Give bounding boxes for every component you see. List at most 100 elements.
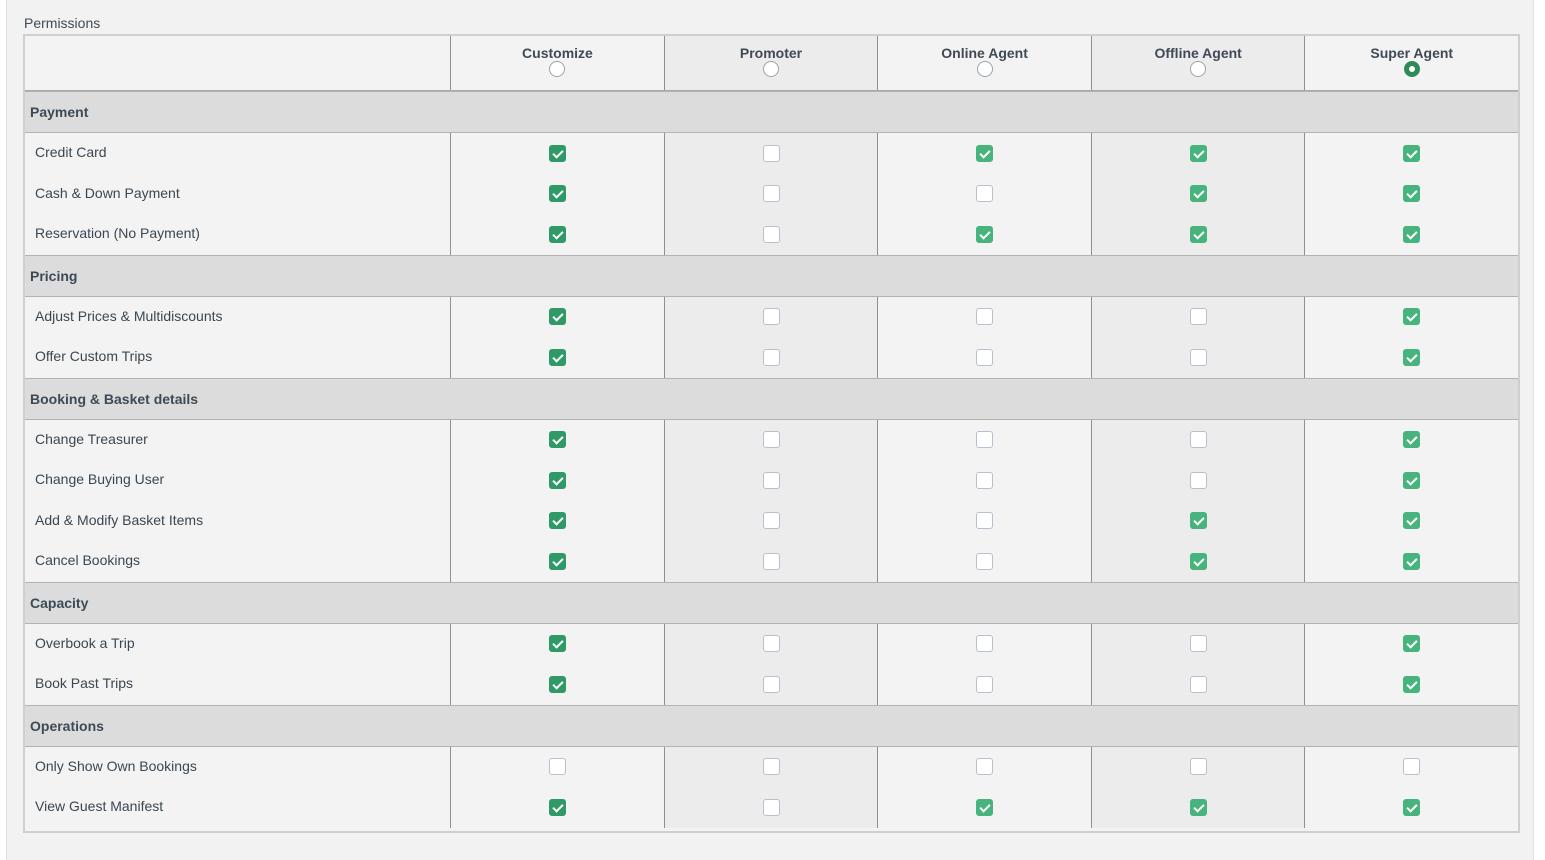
permission-checkbox-customize[interactable] <box>548 512 566 530</box>
role-name: Promoter <box>739 45 803 61</box>
permission-checkbox-offline-agent[interactable] <box>1189 675 1207 693</box>
permission-checkbox-online-agent[interactable] <box>976 225 994 243</box>
permission-cell-online-agent <box>878 460 1092 501</box>
permission-checkbox-promoter[interactable] <box>762 185 780 203</box>
permission-cell-promoter <box>664 541 879 582</box>
permission-cell-online-agent <box>878 337 1092 378</box>
permission-checkbox-customize[interactable] <box>548 185 566 203</box>
permission-checkbox-offline-agent[interactable] <box>1189 798 1207 816</box>
permission-checkbox-promoter[interactable] <box>762 552 780 570</box>
permission-cell-promoter <box>664 133 879 174</box>
permission-checkbox-customize[interactable] <box>548 431 566 449</box>
permission-label-cell: Change Buying User <box>25 460 452 501</box>
permission-cell-promoter <box>664 787 879 828</box>
permission-checkbox-promoter[interactable] <box>762 635 780 653</box>
permission-checkbox-offline-agent[interactable] <box>1189 431 1207 449</box>
permission-cell-customize <box>451 460 665 501</box>
permission-checkbox-customize[interactable] <box>548 471 566 489</box>
role-column-online-agent: Online Agent <box>878 36 1092 90</box>
permission-checkbox-promoter[interactable] <box>762 798 780 816</box>
permission-checkbox-offline-agent[interactable] <box>1189 185 1207 203</box>
permission-checkbox-customize[interactable] <box>548 758 566 776</box>
permission-checkbox-super-agent[interactable] <box>1403 308 1421 326</box>
permission-checkbox-promoter[interactable] <box>762 144 780 162</box>
permission-checkbox-online-agent[interactable] <box>976 635 994 653</box>
permission-checkbox-offline-agent[interactable] <box>1189 635 1207 653</box>
permission-checkbox-super-agent[interactable] <box>1403 471 1421 489</box>
permission-checkbox-customize[interactable] <box>548 635 566 653</box>
permission-checkbox-super-agent[interactable] <box>1403 185 1421 203</box>
section-title: Pricing <box>30 267 78 284</box>
permission-cell-online-agent <box>878 419 1092 460</box>
role-column-offline-agent: Offline Agent <box>1091 36 1306 90</box>
permission-checkbox-super-agent[interactable] <box>1403 225 1421 243</box>
permission-cell-offline-agent <box>1091 173 1306 214</box>
role-radio-customize[interactable] <box>549 61 566 77</box>
permission-checkbox-online-agent[interactable] <box>976 675 994 693</box>
permission-checkbox-promoter[interactable] <box>762 758 780 776</box>
permission-checkbox-promoter[interactable] <box>762 225 780 243</box>
permission-checkbox-customize[interactable] <box>548 552 566 570</box>
permission-checkbox-customize[interactable] <box>548 225 566 243</box>
permission-checkbox-online-agent[interactable] <box>976 144 994 162</box>
permission-checkbox-offline-agent[interactable] <box>1189 308 1207 326</box>
permission-checkbox-super-agent[interactable] <box>1403 675 1421 693</box>
permission-checkbox-promoter[interactable] <box>762 308 780 326</box>
permission-checkbox-customize[interactable] <box>548 308 566 326</box>
permission-row: Credit Card <box>25 133 1518 174</box>
permission-cell-customize <box>451 623 665 664</box>
permission-label-cell: Reservation (No Payment) <box>25 214 452 255</box>
permission-checkbox-customize[interactable] <box>548 144 566 162</box>
permission-cell-online-agent <box>878 623 1092 664</box>
permissions-table: Customize Promoter Online Agent Offline … <box>23 34 1520 833</box>
permission-checkbox-online-agent[interactable] <box>976 758 994 776</box>
permission-checkbox-super-agent[interactable] <box>1403 431 1421 449</box>
permission-checkbox-online-agent[interactable] <box>976 348 994 366</box>
permission-checkbox-online-agent[interactable] <box>976 798 994 816</box>
permission-checkbox-promoter[interactable] <box>762 431 780 449</box>
permission-checkbox-super-agent[interactable] <box>1403 144 1421 162</box>
permission-checkbox-offline-agent[interactable] <box>1189 471 1207 489</box>
permission-cell-offline-agent <box>1091 787 1306 828</box>
permission-checkbox-online-agent[interactable] <box>976 185 994 203</box>
permission-checkbox-online-agent[interactable] <box>976 512 994 530</box>
permission-checkbox-offline-agent[interactable] <box>1189 225 1207 243</box>
permission-checkbox-customize[interactable] <box>548 675 566 693</box>
permission-row: Adjust Prices & Multidiscounts <box>25 296 1518 337</box>
role-radio-online-agent[interactable] <box>976 61 993 77</box>
permission-cell-online-agent <box>878 214 1092 255</box>
permission-cell-customize <box>451 746 665 787</box>
permission-checkbox-super-agent[interactable] <box>1403 552 1421 570</box>
permission-checkbox-online-agent[interactable] <box>976 431 994 449</box>
permission-checkbox-super-agent[interactable] <box>1403 512 1421 530</box>
permission-checkbox-promoter[interactable] <box>762 512 780 530</box>
permission-checkbox-customize[interactable] <box>548 348 566 366</box>
permission-checkbox-online-agent[interactable] <box>976 552 994 570</box>
permission-checkbox-offline-agent[interactable] <box>1189 144 1207 162</box>
role-radio-super-agent[interactable] <box>1403 61 1420 77</box>
section-header-row: Operations <box>25 704 1518 747</box>
permission-checkbox-promoter[interactable] <box>762 471 780 489</box>
permission-cell-offline-agent <box>1091 664 1306 705</box>
permission-checkbox-super-agent[interactable] <box>1403 635 1421 653</box>
permission-checkbox-offline-agent[interactable] <box>1189 348 1207 366</box>
permission-checkbox-online-agent[interactable] <box>976 471 994 489</box>
permission-checkbox-offline-agent[interactable] <box>1189 512 1207 530</box>
permission-checkbox-offline-agent[interactable] <box>1189 758 1207 776</box>
permission-checkbox-promoter[interactable] <box>762 675 780 693</box>
role-radio-promoter[interactable] <box>763 61 779 77</box>
permission-checkbox-super-agent[interactable] <box>1403 758 1421 776</box>
permission-label: Change Buying User <box>35 471 165 487</box>
permission-checkbox-super-agent[interactable] <box>1403 348 1421 366</box>
permission-checkbox-offline-agent[interactable] <box>1189 552 1207 570</box>
permission-checkbox-super-agent[interactable] <box>1403 798 1421 816</box>
permission-row: Cash & Down Payment <box>25 173 1518 214</box>
permission-checkbox-online-agent[interactable] <box>976 308 994 326</box>
role-radio-offline-agent[interactable] <box>1190 61 1207 77</box>
permission-label-cell: Overbook a Trip <box>25 623 452 664</box>
permission-label-cell: Adjust Prices & Multidiscounts <box>25 296 452 337</box>
permission-checkbox-customize[interactable] <box>548 798 566 816</box>
permission-label-cell: Add & Modify Basket Items <box>25 500 452 541</box>
permission-checkbox-promoter[interactable] <box>762 348 780 366</box>
permission-cell-customize <box>451 419 665 460</box>
